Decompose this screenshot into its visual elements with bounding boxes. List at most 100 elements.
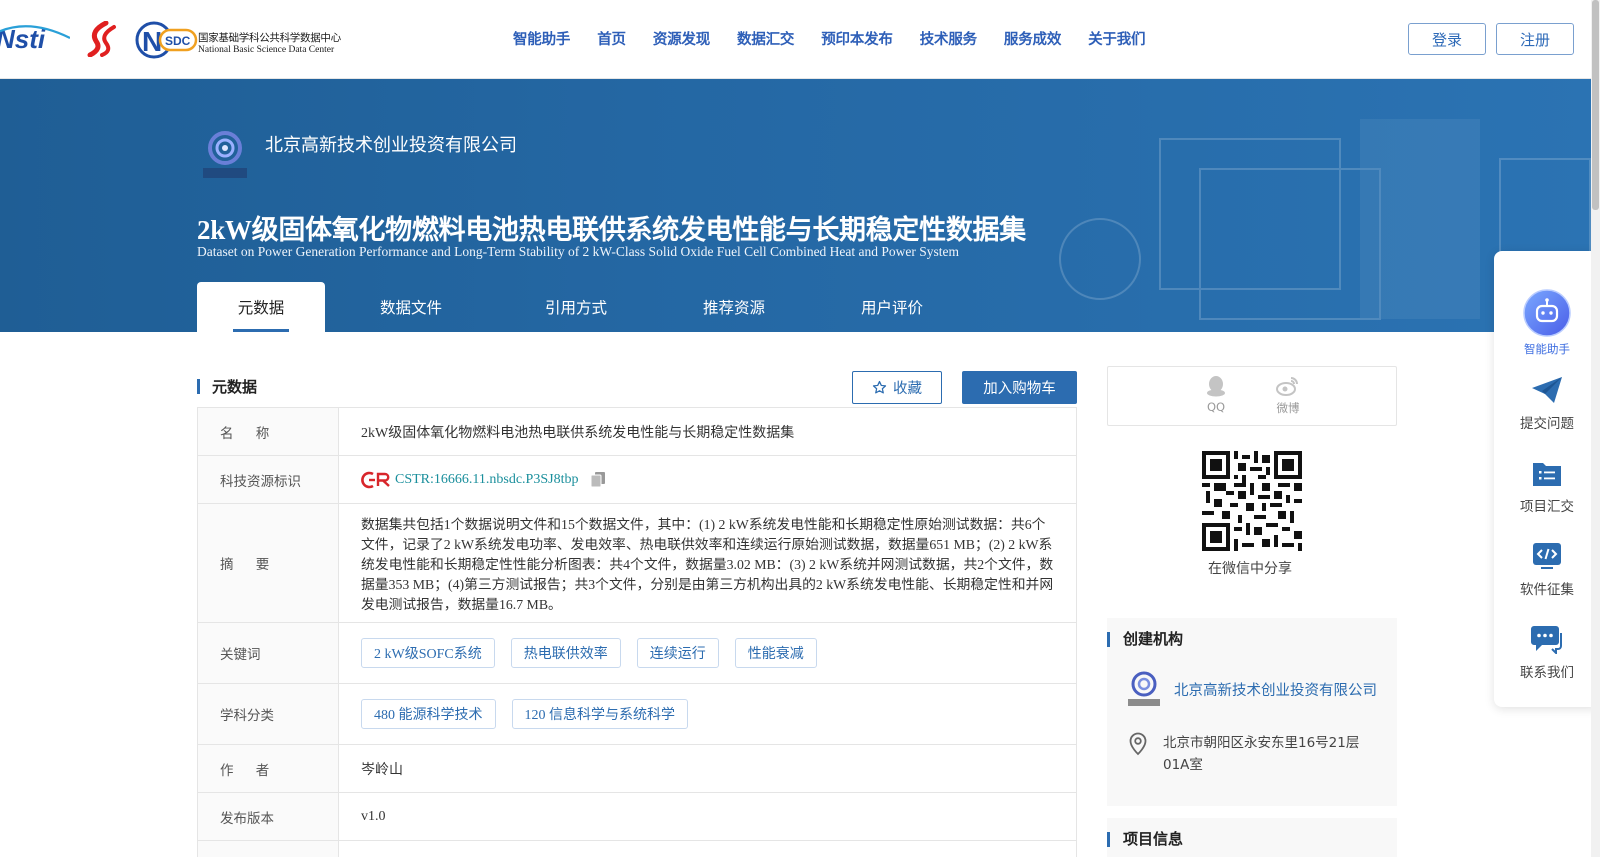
scrollbar-thumb[interactable] [1592, 0, 1599, 210]
section-title: 元数据 [212, 378, 258, 396]
card-accent-bar [1107, 832, 1110, 847]
weibo-icon [1276, 377, 1298, 396]
row-label-abstract: 摘 要 [198, 504, 339, 622]
side-label-submit-question: 提交问题 [1520, 416, 1574, 432]
row-label-subjects: 学科分类 [198, 684, 339, 744]
dataset-title: 2kW级固体氧化物燃料电池热电联供系统发电性能与长期稳定性数据集 [197, 215, 1026, 245]
keyword-tag[interactable]: 连续运行 [636, 638, 719, 668]
section-accent-bar [197, 379, 200, 394]
org-logo [203, 131, 247, 178]
location-pin-icon [1129, 732, 1147, 756]
table-row: 名 称 2kW级固体氧化物燃料电池热电联供系统发电性能与长期稳定性数据集 [198, 408, 1076, 456]
table-row [198, 841, 1076, 857]
s-emblem-logo[interactable] [82, 21, 122, 57]
cstr-link[interactable]: CSTR:16666.11.nbsdc.P3SJ8tbp [395, 472, 578, 488]
table-row: 摘 要 数据集共包括1个数据说明文件和15个数据文件，其中：(1) 2 kW系统… [198, 504, 1076, 623]
robot-icon [1523, 289, 1571, 337]
keyword-tag[interactable]: 热电联供效率 [510, 638, 621, 668]
wechat-share-caption: 在微信中分享 [1208, 561, 1292, 577]
folder-list-icon [1533, 463, 1561, 486]
nav-item-tech-service[interactable]: 技术服务 [920, 28, 977, 49]
nav-item-discover[interactable]: 资源发现 [653, 28, 710, 49]
logo-chinese-text: 国家基础学科公共科学数据中心 [198, 32, 341, 44]
row-label-cstr: 科技资源标识 [198, 456, 339, 503]
qq-icon [1207, 376, 1225, 397]
row-value-cstr: CSTR:16666.11.nbsdc.P3SJ8tbp [339, 456, 1076, 503]
register-button[interactable]: 注册 [1496, 23, 1574, 55]
table-row: 关键词 2 kW级SOFC系统 热电联供效率 连续运行 性能衰减 [198, 623, 1076, 684]
creator-org-link[interactable]: 北京高新技术创业投资有限公司 [1174, 679, 1377, 700]
row-value-author[interactable]: 岑岭山 [339, 745, 1076, 792]
side-label-contact: 联系我们 [1520, 665, 1574, 681]
table-row: 学科分类 480 能源科学技术 120 信息科学与系统科学 [198, 684, 1076, 745]
row-value-next [339, 841, 1076, 857]
row-label-keywords: 关键词 [198, 623, 339, 683]
share-weibo-label: 微博 [1276, 401, 1300, 415]
creator-org-card: 创建机构 北京高新技术创业投资有限公司 北京市朝阳区永安东里16号21层01A室 [1107, 618, 1397, 806]
page-scrollbar[interactable] [1591, 0, 1600, 857]
dataset-tabs: 元数据 数据文件 引用方式 推荐资源 用户评价 [197, 282, 971, 332]
tab-citation[interactable]: 引用方式 [497, 282, 655, 332]
dataset-banner: 北京高新技术创业投资有限公司 2kW级固体氧化物燃料电池热电联供系统发电性能与长… [0, 79, 1591, 332]
add-to-cart-button[interactable]: 加入购物车 [962, 371, 1077, 404]
login-button[interactable]: 登录 [1408, 23, 1486, 55]
nav-item-data-submit[interactable]: 数据汇交 [737, 28, 794, 49]
side-item-assistant[interactable]: 智能助手 [1494, 289, 1600, 357]
star-icon [872, 380, 887, 394]
row-value-version: v1.0 [361, 808, 386, 824]
wechat-qr-code [1202, 451, 1302, 551]
creator-org-address: 北京市朝阳区永安东里16号21层01A室 [1163, 735, 1360, 773]
tab-recommended[interactable]: 推荐资源 [655, 282, 813, 332]
row-label-next [198, 841, 339, 857]
metadata-table: 名 称 2kW级固体氧化物燃料电池热电联供系统发电性能与长期稳定性数据集 科技资… [197, 407, 1077, 857]
share-qq-button[interactable]: QQ [1196, 375, 1236, 414]
keyword-tag[interactable]: 性能衰减 [734, 638, 817, 668]
nsdc-logo[interactable]: N SDC [134, 20, 198, 60]
cstr-logo-icon [361, 471, 390, 488]
keyword-tag[interactable]: 2 kW级SOFC系统 [361, 638, 495, 668]
project-card-title: 项目信息 [1123, 830, 1184, 848]
favorite-button[interactable]: 收藏 [852, 371, 942, 404]
nav-item-home[interactable]: 首页 [597, 28, 626, 49]
nav-item-assistant[interactable]: 智能助手 [513, 28, 570, 49]
share-box: QQ 微博 [1107, 366, 1397, 426]
project-info-card: 项目信息 [1107, 818, 1397, 857]
row-value-name: 2kW级固体氧化物燃料电池热电联供系统发电性能与长期稳定性数据集 [361, 425, 795, 441]
row-label-version: 发布版本 [198, 793, 339, 840]
banner-org-name[interactable]: 北京高新技术创业投资有限公司 [265, 131, 517, 157]
row-label-author: 作 者 [198, 745, 339, 792]
side-item-project-submit[interactable]: 项目汇交 [1494, 458, 1600, 515]
nav-item-about[interactable]: 关于我们 [1088, 28, 1145, 49]
share-weibo-button[interactable]: 微博 [1268, 375, 1308, 416]
side-label-software: 软件征集 [1520, 582, 1574, 598]
tab-user-reviews[interactable]: 用户评价 [813, 282, 971, 332]
chat-bubble-icon [1531, 626, 1562, 654]
creator-card-title: 创建机构 [1123, 630, 1184, 648]
tab-metadata[interactable]: 元数据 [197, 282, 325, 332]
subject-tag[interactable]: 480 能源科学技术 [361, 699, 496, 729]
nsti-logo[interactable]: Nsti [0, 24, 70, 54]
side-item-submit-question[interactable]: 提交问题 [1494, 375, 1600, 432]
side-label-assistant: 智能助手 [1524, 342, 1570, 356]
floating-side-panel: 智能助手 提交问题 项目汇交 软件征集 联系我们 [1494, 251, 1600, 707]
svg-text:SDC: SDC [165, 34, 191, 48]
table-row: 作 者 岑岭山 [198, 745, 1076, 793]
metadata-section-header: 元数据 收藏 加入购物车 [197, 371, 1077, 405]
side-item-software[interactable]: 软件征集 [1494, 541, 1600, 598]
org-logo-small [1128, 671, 1160, 706]
tab-data-files[interactable]: 数据文件 [325, 282, 497, 332]
paper-plane-icon [1532, 377, 1562, 403]
share-qq-label: QQ [1206, 400, 1226, 414]
dataset-title-en: Dataset on Power Generation Performance … [197, 244, 960, 259]
copy-icon[interactable] [590, 471, 606, 488]
card-accent-bar [1107, 632, 1110, 647]
nav-item-outcomes[interactable]: 服务成效 [1004, 28, 1061, 49]
table-row: 发布版本 v1.0 [198, 793, 1076, 841]
row-label-name: 名 称 [198, 408, 339, 455]
subject-tag[interactable]: 120 信息科学与系统科学 [511, 699, 688, 729]
side-item-contact[interactable]: 联系我们 [1494, 624, 1600, 681]
side-label-project-submit: 项目汇交 [1520, 499, 1574, 515]
nav-item-preprint[interactable]: 预印本发布 [821, 28, 893, 49]
main-nav: 智能助手 首页 资源发现 数据汇交 预印本发布 技术服务 服务成效 关于我们 [513, 28, 1172, 49]
row-value-keywords: 2 kW级SOFC系统 热电联供效率 连续运行 性能衰减 [339, 623, 1076, 683]
